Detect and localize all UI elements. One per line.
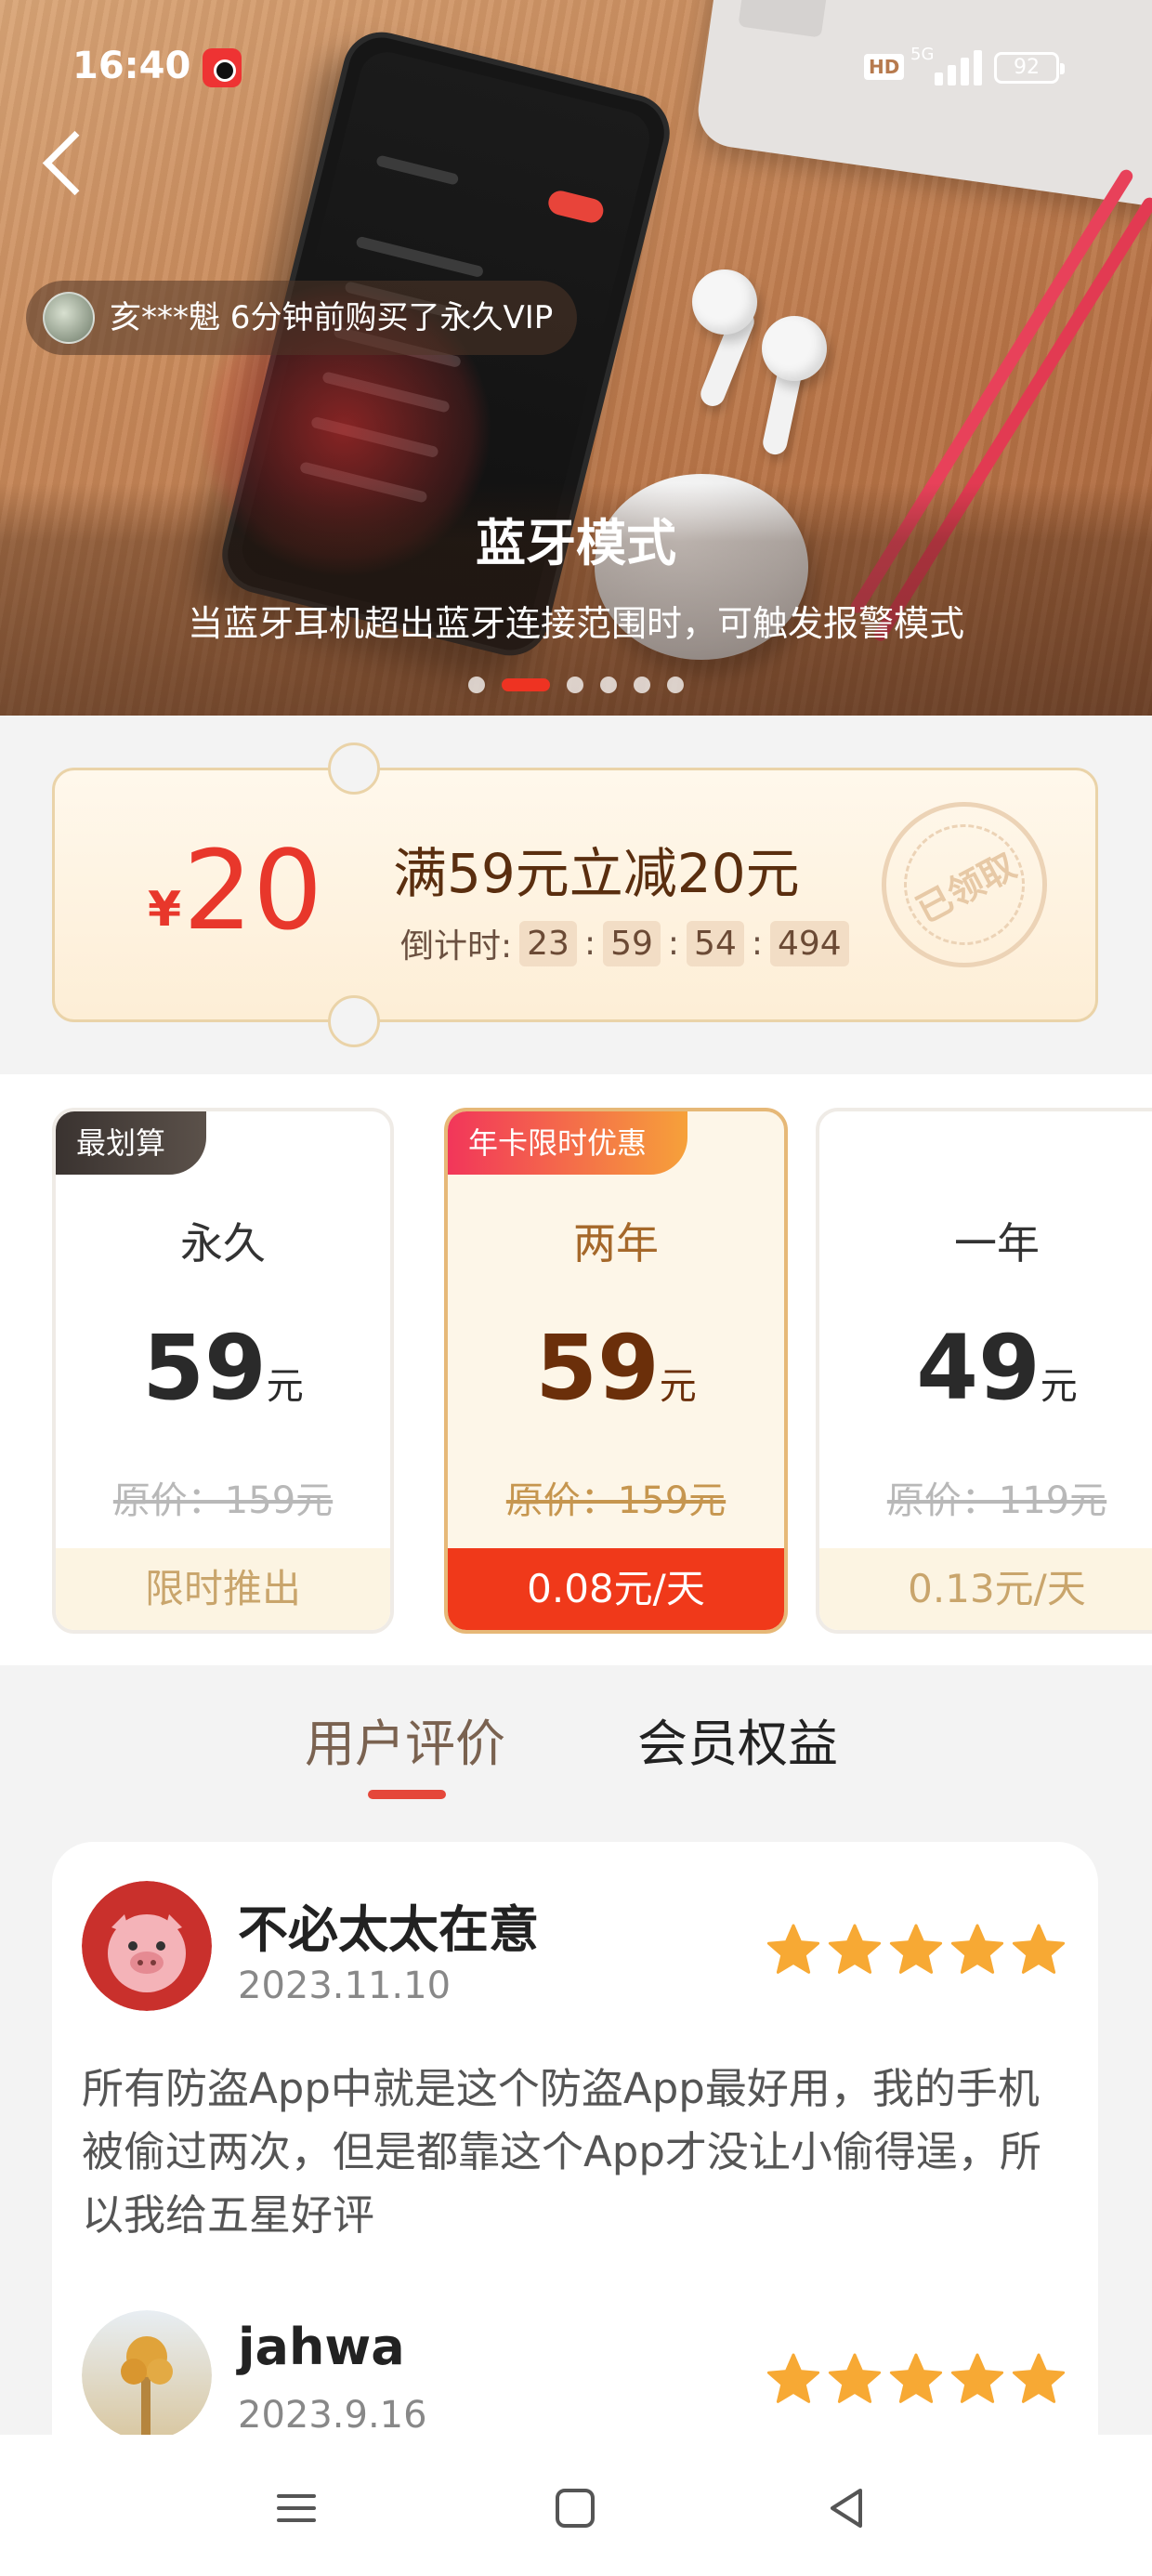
banner-subtitle: 当蓝牙耳机超出蓝牙连接范围时，可触发报警模式 [187,603,964,644]
coupon-currency: ¥ [148,882,182,938]
back-triangle-icon[interactable] [814,2476,879,2541]
plan-footer: 0.13元/天 [819,1548,1152,1630]
reviews-list[interactable]: 不必太太在意 2023.11.10 所有防盗App中就是这个防盗App最好用，我… [52,1842,1098,2437]
earbud-image [692,269,757,335]
star-icon [766,2353,820,2403]
coupon-title: 满59元立减20元 [393,842,800,905]
carousel-dot-active[interactable] [502,678,550,691]
star-icon [1012,2353,1066,2403]
tab-member-benefits[interactable]: 会员权益 [637,1702,838,1776]
review-item: 不必太太在意 2023.11.10 所有防盗App中就是这个防盗App最好用，我… [82,1881,1067,2290]
price-value: 49 [916,1316,1041,1420]
home-square-icon[interactable] [543,2476,608,2541]
price-unit: 元 [659,1365,697,1408]
app-notification-icon [203,48,242,87]
battery-icon: 92 [994,52,1065,84]
plan-price: 49元 [819,1316,1152,1420]
carousel-indicator[interactable] [0,677,1152,693]
plan-original-price: 原价：159元 [112,1479,334,1522]
star-rating [766,2351,1067,2407]
plan-name: 永久 [180,1218,266,1268]
plan-name: 一年 [954,1218,1040,1268]
coupon-amount: 20 [183,826,323,954]
price-unit: 元 [1040,1365,1078,1408]
status-time: 16:40 [72,45,191,87]
star-icon [950,1924,1004,1974]
back-arrow-icon[interactable] [37,125,93,200]
reviewer-name: jahwa [238,2318,405,2376]
avatar [82,1881,212,2011]
star-icon [889,1924,943,1974]
price-value: 59 [142,1316,267,1420]
plan-selector: 最划算 永久 59元 原价：159元 限时推出 年卡限时优惠 两年 59元 原价… [0,1074,1152,1665]
signal-icon: 5G [910,45,985,85]
plan-tag: 最划算 [56,1111,207,1175]
countdown-minutes: 59 [603,920,661,966]
plan-card-one-year[interactable]: 一年 49元 原价：119元 0.13元/天 [816,1108,1152,1634]
countdown-millis: 494 [770,920,849,966]
stamp-text: 已领取 [883,803,1046,966]
coupon-countdown: 倒计时: 23: 59: 54: 494 [400,919,849,967]
system-nav-bar [0,2435,1152,2576]
plan-footer: 0.08元/天 [448,1548,784,1630]
star-icon [950,2353,1004,2403]
review-item: jahwa 2023.9.16 [82,2310,1067,2437]
plan-price: 59元 [448,1316,784,1420]
plan-card-lifetime[interactable]: 最划算 永久 59元 原价：159元 限时推出 [52,1108,394,1634]
coupon-notch [328,743,380,795]
star-rating [766,1922,1067,1978]
reviewer-name: 不必太太在意 [238,1900,539,1959]
tab-user-reviews[interactable]: 用户评价 [305,1702,505,1776]
ticker-text: 亥***魁 6分钟前购买了永久VIP [110,299,554,336]
plan-price: 59元 [56,1316,390,1420]
star-icon [889,2353,943,2403]
plan-footer: 限时推出 [56,1548,390,1630]
star-icon [828,2353,882,2403]
hero-banner[interactable]: 16:40 HD 5G 92 亥***魁 6分钟前购买了永久VIP 蓝牙模式 当… [0,0,1152,716]
countdown-label: 倒计时: [400,927,513,966]
carousel-dot[interactable] [567,677,583,693]
review-date: 2023.11.10 [238,1965,452,2007]
countdown-seconds: 54 [687,920,744,966]
star-icon [828,1924,882,1974]
avatar [82,2310,212,2437]
star-icon [1012,1924,1066,1974]
countdown-hours: 23 [519,920,577,966]
section-tabs: 用户评价 会员权益 [0,1665,1152,1842]
menu-icon[interactable] [264,2476,329,2541]
star-icon [766,1924,820,1974]
carousel-dot[interactable] [634,677,650,693]
coupon-card[interactable]: ¥ 20 满59元立减20元 倒计时: 23: 59: 54: 494 已领取 [52,743,1098,1047]
banner-title: 蓝牙模式 [476,514,676,572]
review-text: 所有防盗App中就是这个防盗App最好用，我的手机被偷过两次，但是都靠这个App… [82,2064,1041,2240]
plan-card-two-year[interactable]: 年卡限时优惠 两年 59元 原价：159元 0.08元/天 [444,1108,788,1634]
plan-original-price: 原价：159元 [505,1479,727,1522]
ticker-avatar [43,292,95,344]
review-date: 2023.9.16 [238,2394,427,2437]
price-unit: 元 [266,1365,304,1408]
carousel-dot[interactable] [468,677,485,693]
hd-voice-icon: HD [864,54,905,80]
plan-name: 两年 [573,1218,659,1268]
claimed-stamp: 已领取 [852,772,1077,997]
tab-indicator [368,1790,446,1799]
plan-tag: 年卡限时优惠 [448,1111,688,1175]
purchase-ticker: 亥***魁 6分钟前购买了永久VIP [26,281,578,355]
plan-original-price: 原价：119元 [886,1479,1107,1522]
price-value: 59 [535,1316,660,1420]
network-type: 5G [910,45,935,64]
carousel-dot[interactable] [600,677,617,693]
earbud-image [762,316,827,381]
carousel-dot[interactable] [667,677,684,693]
coupon-notch [328,995,380,1047]
status-bar: 16:40 HD 5G 92 [0,0,1152,102]
